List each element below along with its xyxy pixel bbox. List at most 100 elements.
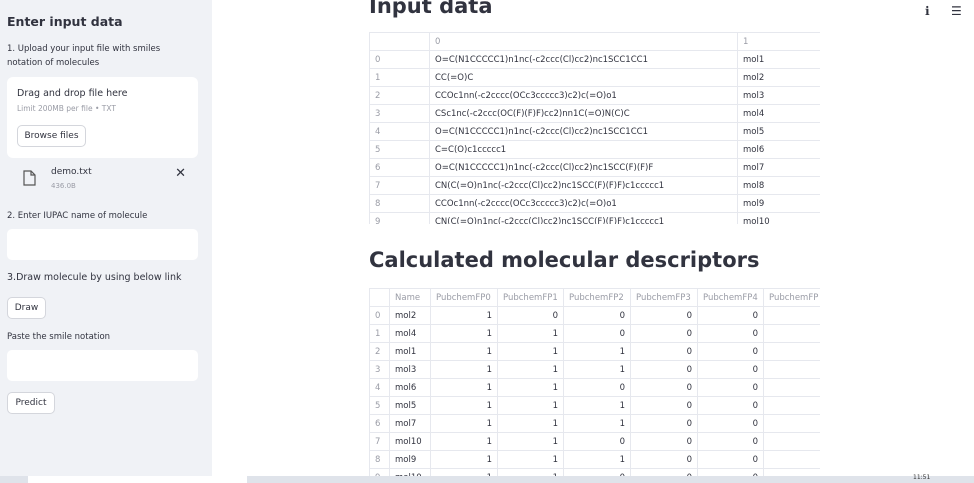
- table-cell[interactable]: [763, 306, 820, 325]
- table-cell[interactable]: 1: [497, 342, 564, 361]
- table-cell[interactable]: CCOc1nn(-c2cccc(OCc3ccccc3)c2)c(=O)o1: [429, 194, 738, 213]
- taskbar-search[interactable]: [28, 476, 247, 483]
- smiles-input[interactable]: [7, 350, 198, 381]
- row-index[interactable]: 5: [369, 396, 390, 415]
- row-index[interactable]: 7: [369, 176, 430, 195]
- table-cell[interactable]: 0: [697, 450, 764, 469]
- row-index[interactable]: 7: [369, 432, 390, 451]
- table-cell[interactable]: 0: [630, 450, 698, 469]
- row-index[interactable]: 1: [369, 68, 430, 87]
- table-cell[interactable]: 0: [697, 396, 764, 415]
- row-index[interactable]: 9: [369, 468, 390, 476]
- table-cell[interactable]: 1: [563, 414, 631, 433]
- row-index[interactable]: 9: [369, 212, 430, 224]
- table-cell[interactable]: O=C(N1CCCCC1)n1nc(-c2ccc(Cl)cc2)nc1SCC1C…: [429, 122, 738, 141]
- table-cell[interactable]: O=C(N1CCCCC1)n1nc(-c2ccc(Cl)cc2)nc1SCC(F…: [429, 158, 738, 177]
- table-cell[interactable]: 0: [563, 432, 631, 451]
- column-header[interactable]: 0: [429, 32, 738, 51]
- table-cell[interactable]: 0: [563, 306, 631, 325]
- table-cell[interactable]: mol6: [389, 378, 431, 397]
- browse-files-button[interactable]: Browse files: [17, 125, 86, 147]
- table-cell[interactable]: 0: [697, 342, 764, 361]
- table-cell[interactable]: mol9: [737, 194, 820, 213]
- table-cell[interactable]: 0: [630, 342, 698, 361]
- table-cell[interactable]: 1: [497, 324, 564, 343]
- table-cell[interactable]: [763, 396, 820, 415]
- table-cell[interactable]: 1: [430, 306, 498, 325]
- table-cell[interactable]: 0: [697, 378, 764, 397]
- table-cell[interactable]: 0: [697, 432, 764, 451]
- table-cell[interactable]: 0: [697, 306, 764, 325]
- table-cell[interactable]: [763, 450, 820, 469]
- table-cell[interactable]: 1: [563, 396, 631, 415]
- column-header[interactable]: PubchemFP3: [630, 288, 698, 307]
- table-cell[interactable]: O=C(N1CCCCC1)n1nc(-c2ccc(Cl)cc2)nc1SCC1C…: [429, 50, 738, 69]
- row-index[interactable]: 4: [369, 378, 390, 397]
- table-cell[interactable]: 0: [563, 324, 631, 343]
- row-index[interactable]: 1: [369, 324, 390, 343]
- table-cell[interactable]: 0: [697, 324, 764, 343]
- table-cell[interactable]: mol8: [737, 176, 820, 195]
- table-cell[interactable]: 0: [630, 306, 698, 325]
- table-cell[interactable]: mol10: [737, 212, 820, 224]
- table-cell[interactable]: 0: [497, 306, 564, 325]
- column-header[interactable]: PubchemFP: [763, 288, 820, 307]
- table-cell[interactable]: mol5: [737, 122, 820, 141]
- table-cell[interactable]: mol2: [389, 306, 431, 325]
- table-cell[interactable]: CSc1nc(-c2ccc(OC(F)(F)F)cc2)nn1C(=O)N(C)…: [429, 104, 738, 123]
- table-cell[interactable]: 0: [630, 432, 698, 451]
- table-cell[interactable]: [763, 360, 820, 379]
- table-cell[interactable]: 1: [430, 342, 498, 361]
- row-index[interactable]: 5: [369, 140, 430, 159]
- table-cell[interactable]: [763, 468, 820, 476]
- table-cell[interactable]: mol10: [389, 468, 431, 476]
- row-index[interactable]: 6: [369, 414, 390, 433]
- column-header[interactable]: 1: [737, 32, 820, 51]
- iupac-name-input[interactable]: [7, 229, 198, 260]
- table-cell[interactable]: CC(=O)C: [429, 68, 738, 87]
- table-cell[interactable]: 1: [563, 360, 631, 379]
- table-cell[interactable]: 1: [430, 450, 498, 469]
- table-cell[interactable]: mol9: [389, 450, 431, 469]
- table-cell[interactable]: [763, 324, 820, 343]
- table-cell[interactable]: [763, 432, 820, 451]
- table-cell[interactable]: mol4: [389, 324, 431, 343]
- table-cell[interactable]: 1: [497, 432, 564, 451]
- table-cell[interactable]: 1: [497, 414, 564, 433]
- row-index[interactable]: 0: [369, 50, 430, 69]
- column-header[interactable]: [369, 32, 430, 51]
- table-cell[interactable]: 0: [630, 378, 698, 397]
- table-cell[interactable]: 0: [697, 468, 764, 476]
- table-cell[interactable]: mol10: [389, 432, 431, 451]
- info-icon[interactable]: ℹ: [925, 4, 930, 18]
- column-header[interactable]: [369, 288, 390, 307]
- close-icon[interactable]: ✕: [175, 166, 186, 181]
- table-cell[interactable]: 1: [497, 378, 564, 397]
- table-cell[interactable]: 1: [497, 468, 564, 476]
- row-index[interactable]: 0: [369, 306, 390, 325]
- input-data-table[interactable]: 01 0 O=C(N1CCCCC1)n1nc(-c2ccc(Cl)cc2)nc1S…: [369, 32, 820, 224]
- table-cell[interactable]: mol3: [389, 360, 431, 379]
- table-cell[interactable]: 0: [630, 414, 698, 433]
- column-header[interactable]: PubchemFP1: [497, 288, 564, 307]
- column-header[interactable]: PubchemFP2: [563, 288, 631, 307]
- row-index[interactable]: 3: [369, 360, 390, 379]
- table-cell[interactable]: 1: [430, 360, 498, 379]
- table-cell[interactable]: 1: [563, 450, 631, 469]
- row-index[interactable]: 2: [369, 342, 390, 361]
- column-header[interactable]: PubchemFP4: [697, 288, 764, 307]
- table-cell[interactable]: 0: [563, 378, 631, 397]
- table-cell[interactable]: 1: [430, 378, 498, 397]
- table-cell[interactable]: CCOc1nn(-c2cccc(OCc3ccccc3)c2)c(=O)o1: [429, 86, 738, 105]
- table-cell[interactable]: 0: [630, 324, 698, 343]
- table-cell[interactable]: mol1: [389, 342, 431, 361]
- file-uploader-dropzone[interactable]: Drag and drop file here Limit 200MB per …: [7, 77, 198, 158]
- row-index[interactable]: 4: [369, 122, 430, 141]
- table-cell[interactable]: mol5: [389, 396, 431, 415]
- table-cell[interactable]: mol4: [737, 104, 820, 123]
- column-header[interactable]: Name: [389, 288, 431, 307]
- table-cell[interactable]: 0: [697, 414, 764, 433]
- table-cell[interactable]: mol7: [389, 414, 431, 433]
- table-cell[interactable]: 0: [630, 396, 698, 415]
- column-header[interactable]: PubchemFP0: [430, 288, 498, 307]
